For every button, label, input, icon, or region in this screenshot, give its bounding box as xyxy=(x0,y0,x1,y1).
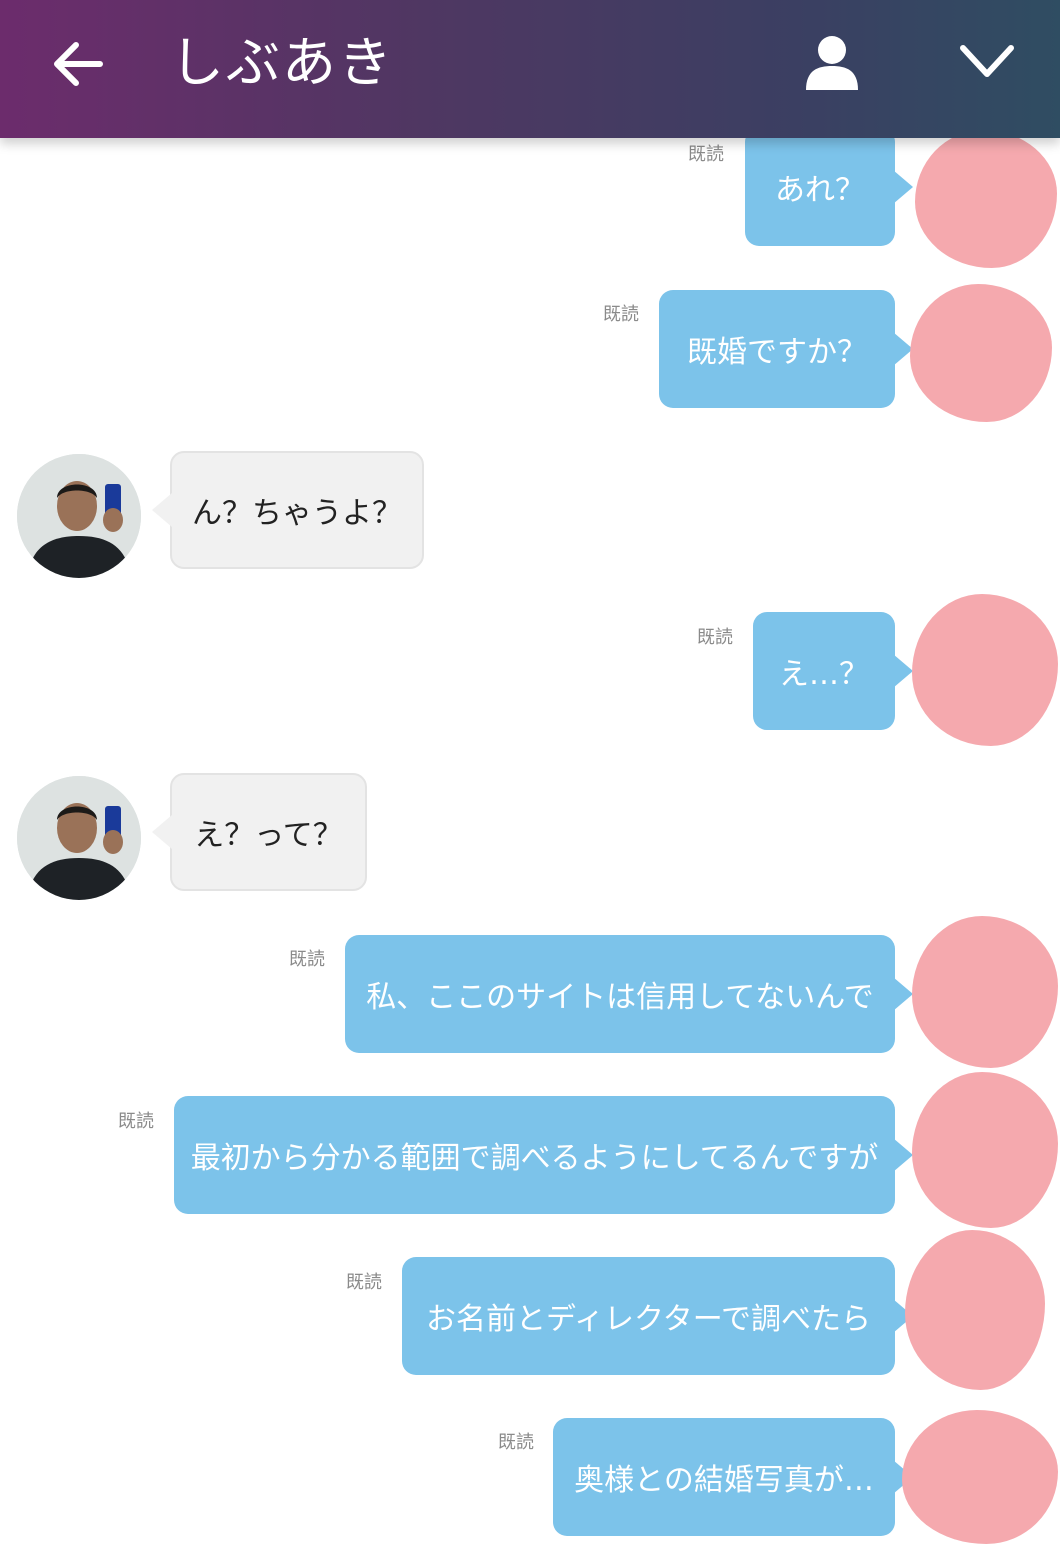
sent-message: お名前とディレクターで調べたら xyxy=(402,1257,913,1375)
chevron-down-icon xyxy=(960,45,1014,77)
sent-message: え…？ xyxy=(753,612,913,730)
avatar-photo xyxy=(17,776,141,900)
arrow-left-icon xyxy=(54,42,103,86)
profile-button[interactable] xyxy=(800,30,864,94)
sent-message: 奥様との結婚写真が… xyxy=(553,1418,913,1536)
redacted-avatar xyxy=(905,1230,1045,1390)
person-icon xyxy=(806,36,858,90)
sent-message: 既婚ですか？ xyxy=(659,290,913,408)
redacted-avatar xyxy=(902,1410,1058,1544)
read-receipt: 既読 xyxy=(289,949,325,970)
redacted-avatar xyxy=(912,1072,1058,1228)
back-button[interactable] xyxy=(48,34,108,94)
message-list[interactable]: 既読 あれ？ 既読 既婚ですか？ ん？ちゃうよ？ 既読 え…？ え？って？ 既読… xyxy=(0,128,1060,1544)
chat-title: しぶあき xyxy=(170,31,394,94)
menu-button[interactable] xyxy=(955,36,1019,88)
contact-avatar[interactable] xyxy=(17,776,141,900)
redacted-avatar xyxy=(910,284,1052,422)
read-receipt: 既読 xyxy=(346,1272,382,1293)
redacted-avatar xyxy=(912,916,1058,1068)
read-receipt: 既読 xyxy=(688,144,724,165)
redacted-avatar xyxy=(912,594,1058,746)
sent-message: 最初から分かる範囲で調べるようにしてるんですが xyxy=(174,1096,913,1214)
read-receipt: 既読 xyxy=(118,1111,154,1132)
avatar-photo xyxy=(17,454,141,578)
received-message: え？って？ xyxy=(152,773,367,891)
sent-message: 私、ここのサイトは信用してないんで xyxy=(345,935,913,1053)
read-receipt: 既読 xyxy=(603,304,639,325)
sent-message: あれ？ xyxy=(745,128,913,246)
read-receipt: 既読 xyxy=(697,627,733,648)
redacted-avatar xyxy=(915,130,1057,268)
read-receipt: 既読 xyxy=(498,1432,534,1453)
contact-avatar[interactable] xyxy=(17,454,141,578)
chat-header: しぶあき xyxy=(0,0,1060,138)
received-message: ん？ちゃうよ？ xyxy=(152,451,424,569)
